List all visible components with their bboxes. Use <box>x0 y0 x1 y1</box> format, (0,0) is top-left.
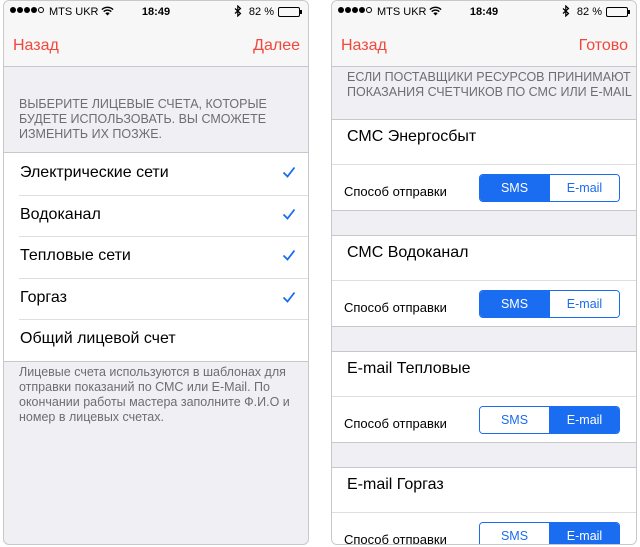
account-row[interactable]: Горгаз <box>4 277 308 320</box>
divider <box>332 512 636 513</box>
send-method-segmented-control[interactable]: SMS E-mail <box>479 406 620 434</box>
provider-title: E-mail Горгаз <box>347 476 444 493</box>
divider <box>332 280 636 281</box>
accounts-content: ВЫБЕРИТЕ ЛИЦЕВЫЕ СЧЕТА, КОТОРЫЕ БУДЕТЕ И… <box>4 68 308 544</box>
segment-email[interactable]: E-mail <box>549 407 619 433</box>
battery-percent: 82 % <box>576 6 602 18</box>
next-button[interactable]: Далее <box>253 37 300 55</box>
account-row[interactable]: Водоканал <box>4 194 308 237</box>
account-row[interactable]: Общий лицевой счет <box>4 319 308 361</box>
segment-email[interactable]: E-mail <box>549 175 619 201</box>
segment-email[interactable]: E-mail <box>549 523 619 544</box>
send-method-content: ЕСЛИ ПОСТАВЩИКИ РЕСУРСОВ ПРИНИМАЮТ ПОКАЗ… <box>332 68 636 544</box>
section-header: ВЫБЕРИТЕ ЛИЦЕВЫЕ СЧЕТА, КОТОРЫЕ БУДЕТЕ И… <box>19 97 267 141</box>
account-row[interactable]: Электрические сети <box>4 153 308 195</box>
segment-sms[interactable]: SMS <box>480 523 549 544</box>
segment-sms[interactable]: SMS <box>480 291 549 317</box>
send-method-segmented-control[interactable]: SMS E-mail <box>479 174 620 202</box>
divider <box>332 396 636 397</box>
checkmark-icon <box>282 166 296 178</box>
send-method-label: Способ отправки <box>344 416 447 431</box>
bluetooth-icon <box>234 5 242 17</box>
send-method-segmented-control[interactable]: SMS E-mail <box>479 522 620 544</box>
checkmark-icon <box>282 208 296 220</box>
account-label: Тепловые сети <box>20 247 131 264</box>
account-label: Общий лицевой счет <box>20 330 176 347</box>
section-header: ЕСЛИ ПОСТАВЩИКИ РЕСУРСОВ ПРИНИМАЮТ ПОКАЗ… <box>347 70 632 99</box>
status-bar: MTS UKR 18:49 82 % <box>332 1 636 23</box>
provider-card: E-mail Горгаз Способ отправки SMS E-mail <box>332 467 636 544</box>
send-method-label: Способ отправки <box>344 300 447 315</box>
provider-card: E-mail Тепловые Способ отправки SMS E-mail <box>332 351 636 443</box>
account-label: Водоканал <box>20 205 101 223</box>
send-method-label: Способ отправки <box>344 532 447 544</box>
account-row[interactable]: Тепловые сети <box>4 236 308 278</box>
section-footer: Лицевые счета используются в шаблонах дл… <box>19 365 290 424</box>
accounts-list: Электрические сети Водоканал Тепловые сети… <box>4 152 308 362</box>
navigation-bar: Назад Далее <box>4 23 308 67</box>
provider-title: E-mail Тепловые <box>347 360 471 377</box>
account-label: Горгаз <box>20 288 67 306</box>
provider-title: СМС Энергосбыт <box>347 128 477 145</box>
battery-percent: 82 % <box>248 6 274 18</box>
back-button[interactable]: Назад <box>13 37 59 55</box>
battery-icon <box>606 7 630 17</box>
bluetooth-icon <box>562 5 570 17</box>
phone-screen-send-method: MTS UKR 18:49 82 % Назад Готово ЕСЛИ ПОС… <box>331 0 637 545</box>
done-button[interactable]: Готово <box>579 37 628 55</box>
divider <box>332 164 636 165</box>
segment-sms[interactable]: SMS <box>480 407 549 433</box>
provider-title: СМС Водоканал <box>347 244 469 261</box>
checkmark-icon <box>282 291 296 303</box>
provider-card: СМС Водоканал Способ отправки SMS E-mail <box>332 235 636 327</box>
account-label: Электрические сети <box>20 164 169 181</box>
back-button[interactable]: Назад <box>341 37 387 55</box>
battery-icon <box>278 7 302 17</box>
send-method-segmented-control[interactable]: SMS E-mail <box>479 290 620 318</box>
phone-screen-accounts: MTS UKR 18:49 82 % Назад Далее ВЫБЕРИТЕ … <box>3 0 309 545</box>
navigation-bar: Назад Готово <box>332 23 636 67</box>
checkmark-icon <box>282 249 296 261</box>
status-bar: MTS UKR 18:49 82 % <box>4 1 308 23</box>
segment-sms[interactable]: SMS <box>480 175 549 201</box>
segment-email[interactable]: E-mail <box>549 291 619 317</box>
provider-card: СМС Энергосбыт Способ отправки SMS E-mail <box>332 119 636 211</box>
send-method-label: Способ отправки <box>344 184 447 199</box>
